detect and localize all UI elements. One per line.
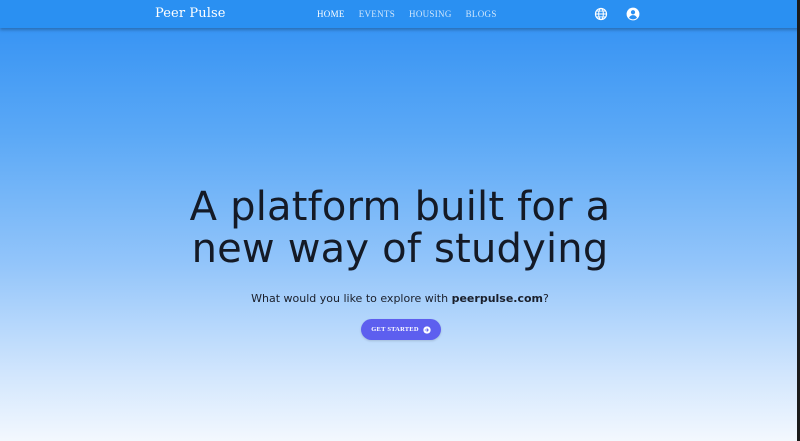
brand-logo[interactable]: Peer Pulse: [155, 6, 226, 21]
nav-blogs[interactable]: BLOGS: [466, 9, 497, 19]
get-started-button[interactable]: GET STARTED: [361, 319, 441, 340]
hero-title: A platform built for a new way of studyi…: [0, 184, 797, 272]
account-icon[interactable]: [626, 7, 640, 21]
top-navbar: Peer Pulse HOME EVENTS HOUSING BLOGS: [0, 0, 797, 28]
arrow-right-circle-icon: [423, 325, 431, 334]
nav-links: HOME EVENTS HOUSING BLOGS: [317, 9, 497, 19]
nav-home[interactable]: HOME: [317, 9, 345, 19]
hero-title-line-2: new way of studying: [191, 226, 609, 272]
nav-events[interactable]: EVENTS: [359, 9, 395, 19]
hero-title-line-1: A platform built for a: [189, 184, 611, 230]
get-started-label: GET STARTED: [371, 326, 419, 333]
hero-subtitle-prefix: What would you like to explore with: [251, 292, 452, 305]
hero-subtitle: What would you like to explore with peer…: [0, 292, 797, 305]
hero-subtitle-site: peerpulse.com: [451, 292, 544, 305]
hero-subtitle-suffix: ?: [543, 292, 549, 305]
globe-icon[interactable]: [594, 7, 608, 21]
page: Peer Pulse HOME EVENTS HOUSING BLOGS A p…: [0, 0, 800, 441]
nav-housing[interactable]: HOUSING: [409, 9, 452, 19]
